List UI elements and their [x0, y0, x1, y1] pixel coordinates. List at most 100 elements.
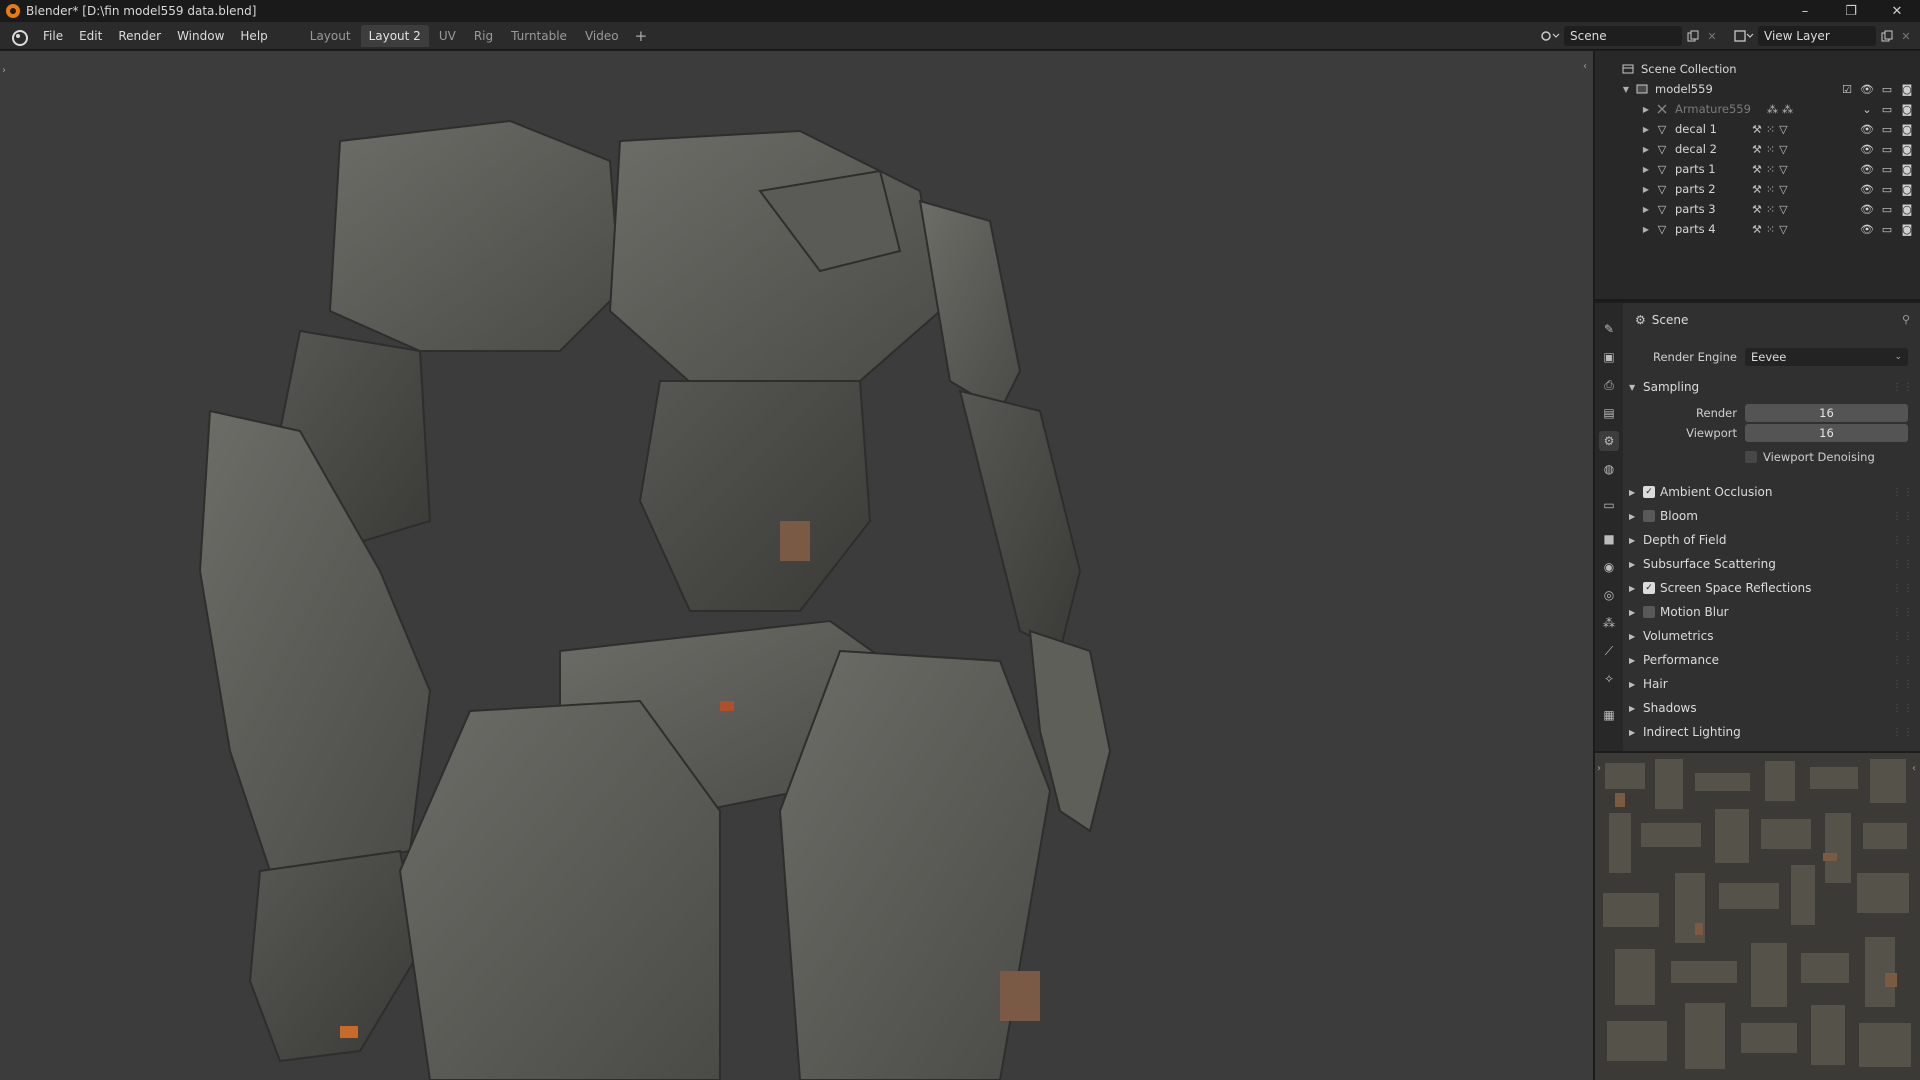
image-editor[interactable]: › ‹	[1595, 753, 1920, 1080]
view-layer-field[interactable]: View Layer	[1758, 26, 1876, 46]
camera-icon[interactable]: ◙	[1900, 143, 1914, 156]
panel-indirect-lighting[interactable]: ▶ Indirect Lighting ⋮⋮	[1623, 720, 1920, 744]
blender-menu-icon[interactable]	[9, 27, 28, 46]
menu-file[interactable]: File	[35, 22, 71, 50]
drag-handle-icon[interactable]: ⋮⋮	[1892, 631, 1914, 642]
panel-volumetrics[interactable]: ▶ Volumetrics ⋮⋮	[1623, 624, 1920, 648]
outliner-collection-row[interactable]: ▼ model559 ☑ 👁 ▭ ◙	[1595, 79, 1920, 99]
scene-name-field[interactable]: Scene	[1564, 26, 1682, 46]
checkbox-icon[interactable]	[1643, 510, 1655, 522]
camera-icon[interactable]: ◙	[1900, 203, 1914, 216]
object-tab-icon[interactable]: ■	[1599, 529, 1619, 549]
eye-icon[interactable]: 👁	[1860, 203, 1874, 216]
object-data-tab-icon[interactable]: ⁂	[1599, 613, 1619, 633]
panel-hair[interactable]: ▶ Hair ⋮⋮	[1623, 672, 1920, 696]
vertex-group-icon[interactable]: ⁙	[1766, 163, 1775, 176]
drag-handle-icon[interactable]: ⋮⋮	[1892, 487, 1914, 498]
tab-video[interactable]: Video	[577, 25, 627, 47]
panel-bloom[interactable]: ▶ Bloom ⋮⋮	[1623, 504, 1920, 528]
outliner-item-decal-2[interactable]: ▶ ▽ decal 2 ⚒ ⁙ ▽ 👁 ▭ ◙	[1595, 139, 1920, 159]
toolbar-expand-icon[interactable]: ›	[2, 65, 6, 76]
monitor-icon[interactable]: ▭	[1880, 83, 1894, 96]
outliner-item-parts-1[interactable]: ▶ ▽ parts 1 ⚒ ⁙ ▽ 👁 ▭ ◙	[1595, 159, 1920, 179]
vertex-group-icon[interactable]: ⁙	[1766, 183, 1775, 196]
expand-icon[interactable]: ▶	[1641, 185, 1651, 194]
output-tab-icon[interactable]: ⎙	[1599, 375, 1619, 395]
panel-subsurface-scattering[interactable]: ▶ Subsurface Scattering ⋮⋮	[1623, 552, 1920, 576]
panel-shadows[interactable]: ▶ Shadows ⋮⋮	[1623, 696, 1920, 720]
expand-icon[interactable]: ▶	[1641, 125, 1651, 134]
tab-rig[interactable]: Rig	[466, 25, 501, 47]
vertex-group-icon[interactable]: ⁙	[1766, 143, 1775, 156]
camera-icon[interactable]: ◙	[1900, 183, 1914, 196]
expand-icon[interactable]: ▶	[1641, 165, 1651, 174]
camera-icon[interactable]: ◙	[1900, 223, 1914, 236]
tab-layout[interactable]: Layout	[302, 25, 359, 47]
mesh-data-icon[interactable]: ▽	[1779, 123, 1787, 136]
mesh-data-icon[interactable]: ▽	[1779, 143, 1787, 156]
eye-icon[interactable]: 👁	[1860, 123, 1874, 136]
menu-window[interactable]: Window	[169, 22, 232, 50]
outliner-item-parts-3[interactable]: ▶ ▽ parts 3 ⚒ ⁙ ▽ 👁 ▭ ◙	[1595, 199, 1920, 219]
camera-icon[interactable]: ◙	[1900, 123, 1914, 136]
samples-viewport-field[interactable]: 16	[1745, 424, 1908, 442]
expand-icon[interactable]: ▶	[1641, 105, 1651, 114]
checkbox-checked-icon[interactable]: ✓	[1643, 582, 1655, 594]
image-sidebar-expand-icon[interactable]: ‹	[1912, 763, 1916, 774]
outliner-item-armature[interactable]: ▶ Armature559 ⁂ ⁂ ⌄ ▭ ◙	[1595, 99, 1920, 119]
view-layer-tab-icon[interactable]: ▤	[1599, 403, 1619, 423]
view-layer-icon[interactable]	[1730, 26, 1758, 46]
remove-scene-icon[interactable]: ✕	[1704, 30, 1720, 43]
constraints-tab-icon[interactable]: ◎	[1599, 585, 1619, 605]
vertex-group-icon[interactable]: ⁙	[1766, 123, 1775, 136]
outliner-item-decal-1[interactable]: ▶ ▽ decal 1 ⚒ ⁙ ▽ 👁 ▭ ◙	[1595, 119, 1920, 139]
menu-edit[interactable]: Edit	[71, 22, 110, 50]
eye-icon[interactable]: 👁	[1860, 83, 1874, 96]
camera-icon[interactable]: ◙	[1900, 163, 1914, 176]
include-checkbox-icon[interactable]: ☑	[1840, 83, 1854, 96]
new-scene-icon[interactable]	[1682, 26, 1704, 46]
mesh-data-icon[interactable]: ▽	[1779, 163, 1787, 176]
checkbox-checked-icon[interactable]: ✓	[1643, 486, 1655, 498]
collection-tab-icon[interactable]: ▭	[1599, 495, 1619, 515]
panel-depth-of-field[interactable]: ▶ Depth of Field ⋮⋮	[1623, 528, 1920, 552]
drag-handle-icon[interactable]: ⋮⋮	[1892, 583, 1914, 594]
monitor-icon[interactable]: ▭	[1880, 163, 1894, 176]
drag-handle-icon[interactable]: ⋮⋮	[1892, 703, 1914, 714]
bone-constraint-tab-icon[interactable]: ✧	[1599, 669, 1619, 689]
outliner-item-parts-2[interactable]: ▶ ▽ parts 2 ⚒ ⁙ ▽ 👁 ▭ ◙	[1595, 179, 1920, 199]
world-tab-icon[interactable]: ◍	[1599, 459, 1619, 479]
wrench-icon[interactable]: ⚒	[1752, 203, 1762, 216]
bone-tab-icon[interactable]: ⟋	[1599, 641, 1619, 661]
mesh-data-icon[interactable]: ▽	[1779, 183, 1787, 196]
wrench-icon[interactable]: ⚒	[1752, 163, 1762, 176]
new-view-layer-icon[interactable]	[1876, 26, 1898, 46]
scene-tab-icon[interactable]: ⚙	[1599, 431, 1619, 451]
drag-handle-icon[interactable]: ⋮⋮	[1892, 511, 1914, 522]
samples-render-field[interactable]: 16	[1745, 404, 1908, 422]
eye-hidden-icon[interactable]: ⌄	[1860, 103, 1874, 116]
minimize-button[interactable]: –	[1782, 0, 1828, 22]
eye-icon[interactable]: 👁	[1860, 163, 1874, 176]
wrench-icon[interactable]: ⚒	[1752, 123, 1762, 136]
tab-turntable[interactable]: Turntable	[503, 25, 575, 47]
vertex-group-icon[interactable]: ⁙	[1766, 223, 1775, 236]
render-tab-icon[interactable]: ▣	[1599, 347, 1619, 367]
drag-handle-icon[interactable]: ⋮⋮	[1892, 559, 1914, 570]
3d-viewport[interactable]: › ‹	[0, 51, 1594, 1080]
expand-icon[interactable]: ▶	[1641, 205, 1651, 214]
eye-icon[interactable]: 👁	[1860, 143, 1874, 156]
viewport-denoising-checkbox[interactable]: Viewport Denoising	[1745, 450, 1875, 464]
mesh-data-icon[interactable]: ▽	[1779, 203, 1787, 216]
menu-render[interactable]: Render	[110, 22, 169, 50]
outliner-scene-collection[interactable]: Scene Collection	[1595, 59, 1920, 79]
tab-uv[interactable]: UV	[431, 25, 464, 47]
panel-performance[interactable]: ▶ Performance ⋮⋮	[1623, 648, 1920, 672]
wrench-icon[interactable]: ⚒	[1752, 143, 1762, 156]
vertex-group-icon[interactable]: ⁙	[1766, 203, 1775, 216]
monitor-icon[interactable]: ▭	[1880, 223, 1894, 236]
collapse-icon[interactable]: ▼	[1621, 85, 1631, 94]
expand-icon[interactable]: ▶	[1641, 225, 1651, 234]
texture-tab-icon[interactable]: ▦	[1599, 705, 1619, 725]
wrench-icon[interactable]: ⚒	[1752, 183, 1762, 196]
